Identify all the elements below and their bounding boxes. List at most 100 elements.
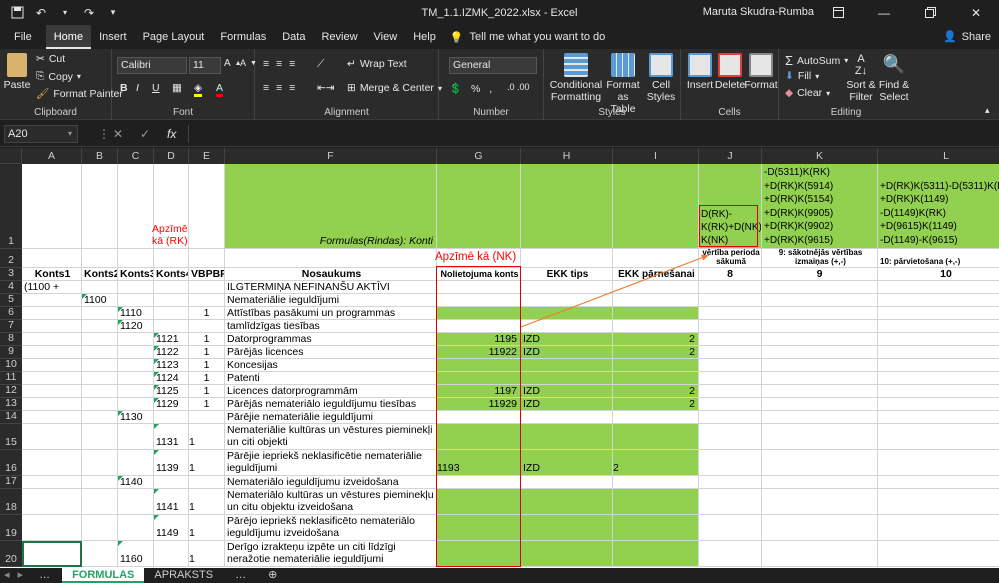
- indent-icons[interactable]: ⇤⇥: [317, 82, 335, 94]
- collapse-ribbon-icon[interactable]: ▴: [985, 105, 990, 116]
- cell-c4[interactable]: [118, 281, 154, 294]
- cell-b13[interactable]: [82, 398, 118, 411]
- column-header-f[interactable]: F: [225, 148, 437, 164]
- column-header-c[interactable]: C: [118, 148, 154, 164]
- row-header-15[interactable]: 15: [0, 424, 22, 450]
- cell-j18[interactable]: [699, 489, 762, 515]
- insert-function-icon[interactable]: fx: [167, 127, 176, 141]
- tab-view[interactable]: View: [366, 25, 406, 49]
- cell-k14[interactable]: [762, 411, 878, 424]
- cell-f19[interactable]: Pārējo iepriekš neklasificēto nemateriāl…: [225, 515, 437, 541]
- cell-b3[interactable]: Konts2: [82, 268, 118, 281]
- cell-e7[interactable]: [189, 320, 225, 333]
- cell-k19[interactable]: [762, 515, 878, 541]
- new-sheet-icon[interactable]: ⊕: [258, 568, 287, 583]
- row-header-17[interactable]: 17: [0, 475, 22, 489]
- cell-e19[interactable]: 1: [189, 515, 225, 541]
- cell-i16[interactable]: 2: [613, 450, 699, 476]
- cell-h10[interactable]: [521, 359, 613, 372]
- cell-h13[interactable]: IZD: [521, 398, 613, 411]
- cell-a16[interactable]: [22, 450, 82, 476]
- cell-i4[interactable]: [613, 281, 699, 294]
- cell-a1[interactable]: [22, 164, 82, 249]
- cell-b2[interactable]: [82, 249, 118, 268]
- cell-f8[interactable]: Datorprogrammas: [225, 333, 437, 346]
- row-header-19[interactable]: 19: [0, 515, 22, 541]
- cell-i15[interactable]: [613, 424, 699, 450]
- cell-h6[interactable]: [521, 307, 613, 320]
- cut-button[interactable]: ✂ Cut: [36, 53, 65, 65]
- cell-f4[interactable]: ILGTERMIŅA NEFINANŠU AKTĪVI: [225, 281, 437, 294]
- column-header-b[interactable]: B: [82, 148, 118, 164]
- cell-j1[interactable]: D(RK)-K(RK)+D(NK)-K(NK): [699, 164, 762, 249]
- cancel-icon[interactable]: ✕: [113, 127, 123, 141]
- undo-icon[interactable]: ↶: [34, 6, 48, 20]
- cell-a11[interactable]: [22, 372, 82, 385]
- cell-a7[interactable]: [22, 320, 82, 333]
- cell-d20[interactable]: [154, 541, 189, 567]
- cell-i19[interactable]: [613, 515, 699, 541]
- cell-c16[interactable]: [118, 450, 154, 476]
- cell-d3[interactable]: Konts4: [154, 268, 189, 281]
- format-painter-button[interactable]: 🖌 Format Painter: [36, 87, 123, 101]
- cell-d4[interactable]: [154, 281, 189, 294]
- cell-i18[interactable]: [613, 489, 699, 515]
- cell-e17[interactable]: [189, 476, 225, 489]
- cell-j3[interactable]: 8: [699, 268, 762, 281]
- cell-c13[interactable]: [118, 398, 154, 411]
- select-all-corner[interactable]: [0, 148, 22, 164]
- cell-h1[interactable]: [521, 164, 613, 249]
- row-header-2[interactable]: 2: [0, 249, 22, 268]
- column-header-e[interactable]: E: [189, 148, 225, 164]
- cell-g16[interactable]: 1193: [437, 450, 521, 476]
- tab-data[interactable]: Data: [274, 25, 313, 49]
- cell-a19[interactable]: [22, 515, 82, 541]
- cell-a6[interactable]: [22, 307, 82, 320]
- cell-c14[interactable]: 1130: [118, 411, 154, 424]
- cell-j11[interactable]: [699, 372, 762, 385]
- cell-k5[interactable]: [762, 294, 878, 307]
- cell-l16[interactable]: [878, 450, 999, 476]
- cell-d14[interactable]: [154, 411, 189, 424]
- cell-e16[interactable]: 1: [189, 450, 225, 476]
- cell-b14[interactable]: [82, 411, 118, 424]
- user-name[interactable]: Maruta Skudra-Rumba: [703, 6, 814, 18]
- tab-review[interactable]: Review: [313, 25, 365, 49]
- cell-f5[interactable]: Nemateriālie ieguldījumi: [225, 294, 437, 307]
- cell-d19[interactable]: 1149: [154, 515, 189, 541]
- copy-button[interactable]: ⎘ Copy ▾: [36, 70, 81, 83]
- number-format-dropdown[interactable]: General: [449, 57, 537, 74]
- cell-f16[interactable]: Pārējie iepriekš neklasificētie nemateri…: [225, 450, 437, 476]
- cell-d8[interactable]: 1121: [154, 333, 189, 346]
- cell-g20[interactable]: [437, 541, 521, 567]
- cell-g6[interactable]: [437, 307, 521, 320]
- cell-c12[interactable]: [118, 385, 154, 398]
- cell-i9[interactable]: 2: [613, 346, 699, 359]
- decimal-icons[interactable]: .0 .00: [507, 82, 530, 92]
- cell-f6[interactable]: Attīstības pasākumi un programmas: [225, 307, 437, 320]
- cell-b7[interactable]: [82, 320, 118, 333]
- cell-d10[interactable]: 1123: [154, 359, 189, 372]
- cell-g4[interactable]: [437, 281, 521, 294]
- worksheet-grid[interactable]: A B C D E F G H I J K L 1 2 3 4 5 6 7 8 9 10 11 12 13 14 15 16 17 18 1…: [0, 148, 999, 568]
- cell-h19[interactable]: [521, 515, 613, 541]
- cell-g18[interactable]: [437, 489, 521, 515]
- cell-k16[interactable]: [762, 450, 878, 476]
- cell-e18[interactable]: 1: [189, 489, 225, 515]
- cell-h9[interactable]: IZD: [521, 346, 613, 359]
- cell-d6[interactable]: [154, 307, 189, 320]
- cell-c19[interactable]: [118, 515, 154, 541]
- enter-icon[interactable]: ✓: [140, 127, 150, 141]
- column-header-l[interactable]: L: [878, 148, 999, 164]
- cell-i20[interactable]: [613, 541, 699, 567]
- column-header-a[interactable]: A: [22, 148, 82, 164]
- cell-b6[interactable]: [82, 307, 118, 320]
- cell-e3[interactable]: VBPBP: [189, 268, 225, 281]
- fill-button[interactable]: ⬇ Fill ▾: [785, 70, 819, 82]
- cell-d16[interactable]: 1139: [154, 450, 189, 476]
- cell-d13[interactable]: 1129: [154, 398, 189, 411]
- cell-f2[interactable]: [225, 249, 437, 268]
- cell-f7[interactable]: tamlīdzīgas tiesības: [225, 320, 437, 333]
- cell-g1[interactable]: [437, 164, 521, 249]
- insert-cells-button[interactable]: Insert: [685, 53, 715, 91]
